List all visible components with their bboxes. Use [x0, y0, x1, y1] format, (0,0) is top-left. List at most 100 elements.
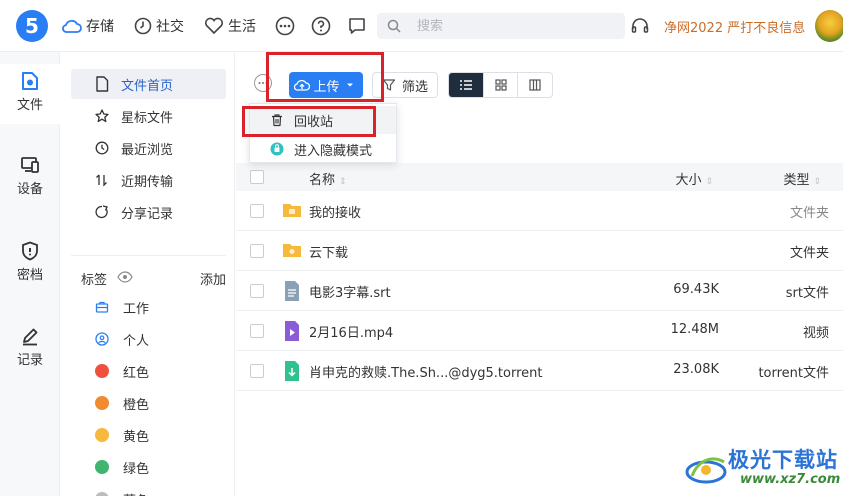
more-icon[interactable] — [275, 16, 295, 36]
filter-button[interactable]: 筛选 — [372, 72, 438, 98]
upload-icon — [294, 79, 311, 91]
file-size: 69.43K — [673, 282, 719, 297]
columns-icon — [529, 79, 541, 91]
filter-icon — [382, 79, 396, 91]
tags-label: 标签 — [81, 273, 108, 288]
torrent-file-icon — [285, 361, 299, 381]
list-view-button[interactable] — [449, 73, 484, 97]
add-tag-button[interactable]: 添加 — [200, 269, 226, 288]
select-all-checkbox[interactable] — [250, 170, 264, 184]
message-icon[interactable] — [347, 16, 367, 36]
sidebar-item-transfer[interactable]: 近期传输 — [71, 165, 226, 195]
tag-item-personal[interactable]: 个人 — [95, 327, 149, 351]
sort-icon: ⇕ — [813, 177, 821, 187]
select-mode-button[interactable] — [254, 74, 272, 92]
search-icon — [387, 19, 401, 33]
file-size: 12.48M — [670, 322, 719, 337]
header-size-label: 大小 — [675, 173, 702, 188]
tag-item-blue[interactable]: 蓝色 — [95, 487, 149, 496]
tag-item-yellow-label: 黄色 — [123, 429, 150, 445]
row-checkbox[interactable] — [250, 324, 264, 338]
sidebar-item-home[interactable]: 文件首页 — [71, 69, 226, 99]
table-row[interactable]: 电影3字幕.srt 69.43K srt文件 — [236, 271, 843, 311]
upload-label: 上传 — [313, 79, 340, 95]
document-icon — [96, 76, 109, 92]
row-checkbox[interactable] — [250, 244, 264, 258]
column-view-button[interactable] — [518, 73, 552, 97]
row-checkbox[interactable] — [250, 364, 264, 378]
app-window: 5 存储 社交 生活 净网2022 严打不良信息 文件 — [0, 0, 843, 496]
rail-item-record[interactable]: 记录 — [0, 319, 60, 379]
app-logo[interactable]: 5 — [16, 10, 48, 42]
sidebar-item-recent[interactable]: 最近浏览 — [71, 133, 226, 163]
tag-item-blue-label: 蓝色 — [123, 490, 149, 496]
search-input[interactable] — [417, 16, 617, 36]
table-header: 名称 ⇕ 大小 ⇕ 类型 ⇕ — [236, 163, 843, 191]
table-row[interactable]: 2月16日.mp4 12.48M 视频 — [236, 311, 843, 351]
clock-icon — [134, 17, 152, 35]
header-size[interactable]: 大小 ⇕ — [675, 169, 713, 188]
tag-item-work[interactable]: 工作 — [95, 295, 149, 319]
nav-social-label: 社交 — [156, 19, 184, 35]
person-icon — [95, 332, 109, 346]
tag-item-orange[interactable]: 橙色 — [95, 391, 149, 415]
help-icon[interactable] — [311, 16, 331, 36]
sidebar-item-share[interactable]: 分享记录 — [71, 197, 226, 227]
header-name[interactable]: 名称 ⇕ — [309, 169, 347, 188]
tag-item-yellow[interactable]: 黄色 — [95, 423, 149, 447]
headset-icon[interactable] — [630, 16, 650, 36]
table-row[interactable]: 云下载 文件夹 — [236, 231, 843, 271]
tag-dot-red — [95, 364, 109, 378]
rail-item-vault[interactable]: 密档 — [0, 234, 60, 294]
table-row[interactable]: 肖申克的救赎.The.Sh...@dyg5.torrent 23.08K tor… — [236, 351, 843, 391]
file-type: 视频 — [802, 326, 829, 341]
menu-item-recycle-bin-label: 回收站 — [294, 114, 334, 130]
row-checkbox[interactable] — [250, 284, 264, 298]
header-type[interactable]: 类型 ⇕ — [783, 169, 821, 188]
chevron-down-icon — [346, 83, 353, 87]
menu-item-recycle-bin[interactable]: 回收站 — [250, 106, 396, 134]
sidebar: 文件首页 星标文件 最近浏览 近期传输 分享记录 标签 添加 工作 个人 红色 … — [61, 52, 235, 496]
nav-storage[interactable]: 存储 — [62, 15, 114, 37]
watermark-title: 极光下载站 — [728, 448, 838, 472]
nav-life-label: 生活 — [228, 19, 256, 35]
rail-item-file-label: 文件 — [16, 98, 43, 113]
header-name-label: 名称 — [309, 173, 336, 188]
menu-item-hidden-mode-label: 进入隐藏模式 — [294, 143, 373, 159]
rail-item-file[interactable]: 文件 — [0, 64, 60, 124]
sidebar-item-transfer-label: 近期传输 — [121, 174, 174, 190]
eye-icon[interactable] — [117, 271, 133, 283]
file-name: 云下载 — [309, 246, 349, 261]
row-checkbox[interactable] — [250, 204, 264, 218]
sort-icon: ⇕ — [339, 177, 347, 187]
history-icon — [95, 141, 109, 155]
upload-button[interactable]: 上传 — [289, 72, 363, 98]
transfer-icon — [96, 174, 107, 187]
tag-dot-blue — [95, 492, 109, 496]
grid-view-button[interactable] — [484, 73, 519, 97]
rail-item-device[interactable]: 设备 — [0, 148, 60, 208]
avatar[interactable] — [815, 10, 843, 42]
file-table: 名称 ⇕ 大小 ⇕ 类型 ⇕ 我的接收 文件夹 云下载 文件夹 电影3字幕.srt 6… — [236, 163, 843, 391]
folder-receive-icon — [283, 204, 301, 217]
file-name: 2月16日.mp4 — [309, 326, 394, 341]
promo-text[interactable]: 净网2022 严打不良信息 — [664, 17, 805, 36]
nav-life[interactable]: 生活 — [204, 15, 256, 37]
tag-item-green[interactable]: 绿色 — [95, 455, 149, 479]
tag-item-personal-label: 个人 — [123, 333, 150, 349]
file-type: 文件夹 — [789, 206, 829, 221]
sidebar-item-share-label: 分享记录 — [121, 206, 174, 222]
tag-item-red[interactable]: 红色 — [95, 359, 149, 383]
search-box[interactable] — [377, 13, 625, 39]
sidebar-item-starred-label: 星标文件 — [121, 110, 174, 126]
rail-item-vault-label: 密档 — [16, 268, 43, 283]
rail-item-record-label: 记录 — [16, 353, 43, 368]
nav-social[interactable]: 社交 — [134, 15, 184, 37]
menu-item-hidden-mode[interactable]: 进入隐藏模式 — [250, 135, 396, 163]
nav-storage-label: 存储 — [86, 19, 114, 35]
device-icon — [21, 157, 39, 173]
more-icon — [258, 82, 268, 84]
sidebar-item-starred[interactable]: 星标文件 — [71, 101, 226, 131]
table-row[interactable]: 我的接收 文件夹 — [236, 191, 843, 231]
folder-download-icon — [283, 244, 301, 257]
